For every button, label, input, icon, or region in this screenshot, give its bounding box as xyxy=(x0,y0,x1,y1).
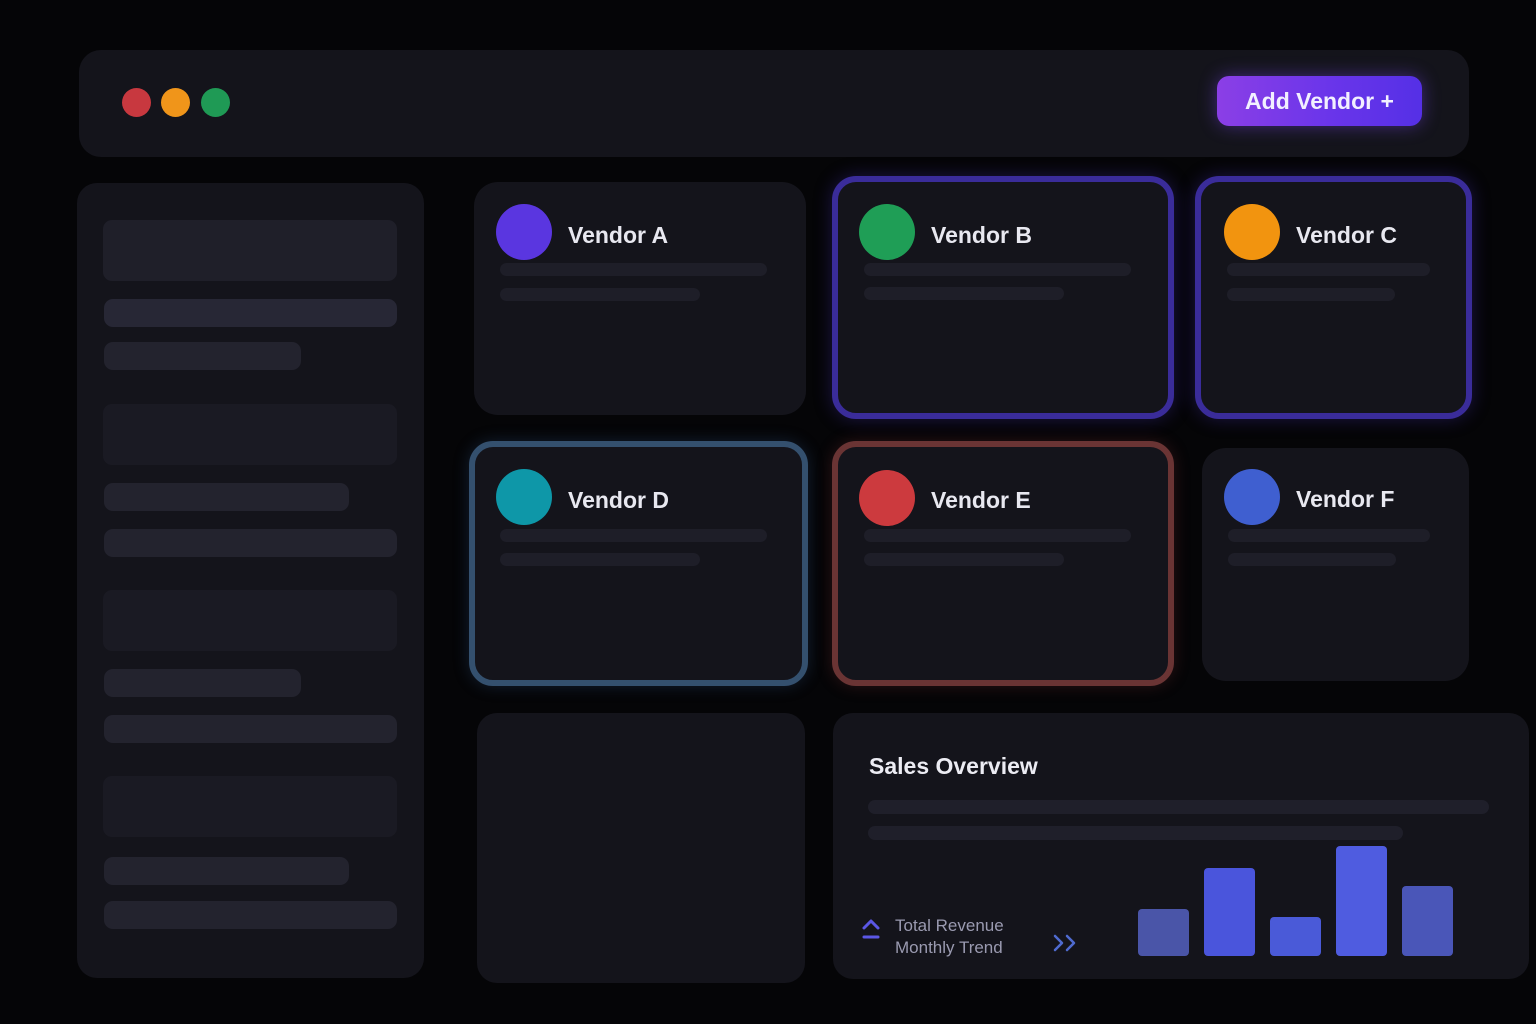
vendor-skeleton-line xyxy=(864,553,1064,566)
sidebar-skeleton-bar xyxy=(104,342,301,370)
empty-panel xyxy=(477,713,805,983)
vendor-name: Vendor C xyxy=(1296,222,1397,248)
legend-monthly-trend: Monthly Trend xyxy=(895,938,1003,957)
vendor-name: Vendor E xyxy=(931,487,1031,513)
vendor-avatar xyxy=(859,470,915,526)
chart-bar-3 xyxy=(1270,917,1321,956)
vendor-card[interactable]: Vendor A xyxy=(474,182,806,415)
sidebar-skeleton-bar xyxy=(104,669,301,697)
vendor-skeleton-line xyxy=(500,553,700,566)
sales-skeleton-line xyxy=(868,800,1489,814)
vendor-skeleton-line xyxy=(500,529,767,542)
add-vendor-label: Add Vendor + xyxy=(1245,87,1394,114)
sidebar-skeleton-block xyxy=(103,590,397,651)
vendor-avatar xyxy=(496,469,552,525)
legend-total-revenue: Total Revenue xyxy=(895,916,1004,935)
vendor-avatar xyxy=(1224,204,1280,260)
vendor-card[interactable]: Vendor E xyxy=(832,441,1174,686)
window-maximize-control[interactable] xyxy=(201,88,230,117)
double-chevron-right-icon[interactable] xyxy=(1051,933,1081,953)
vendor-card[interactable]: Vendor D xyxy=(469,441,808,686)
sidebar-skeleton-bar xyxy=(104,483,349,511)
window-minimize-control[interactable] xyxy=(161,88,190,117)
sidebar-skeleton-block xyxy=(103,404,397,465)
sidebar-skeleton-block xyxy=(103,220,397,281)
chart-bar-5 xyxy=(1402,886,1453,956)
vendor-skeleton-line xyxy=(864,287,1064,300)
sales-overview-panel: Sales Overview Total Revenue Monthly Tre… xyxy=(833,713,1529,979)
sales-skeleton-line xyxy=(868,826,1403,840)
vendor-name: Vendor A xyxy=(568,222,669,248)
vendor-skeleton-line xyxy=(500,288,700,301)
vendor-skeleton-line xyxy=(1227,288,1395,301)
vendor-skeleton-line xyxy=(864,529,1131,542)
vendor-card[interactable]: Vendor B xyxy=(832,176,1174,419)
chart-bar-2 xyxy=(1204,868,1255,956)
vendor-avatar xyxy=(1224,469,1280,525)
sidebar-skeleton-bar xyxy=(104,299,397,327)
vendor-name: Vendor F xyxy=(1296,486,1395,512)
vendor-avatar xyxy=(859,204,915,260)
window-close-control[interactable] xyxy=(122,88,151,117)
sidebar xyxy=(77,183,424,978)
sidebar-skeleton-bar xyxy=(104,529,397,557)
vendor-avatar xyxy=(496,204,552,260)
trend-up-icon xyxy=(862,919,880,939)
chart-bar-1 xyxy=(1138,909,1189,956)
vendor-skeleton-line xyxy=(864,263,1131,276)
vendor-name: Vendor D xyxy=(568,487,669,513)
vendor-skeleton-line xyxy=(500,263,767,276)
vendor-skeleton-line xyxy=(1227,263,1430,276)
sidebar-skeleton-bar xyxy=(104,857,349,885)
sales-overview-title: Sales Overview xyxy=(869,753,1038,779)
title-bar: Add Vendor + xyxy=(79,50,1469,157)
vendor-card[interactable]: Vendor C xyxy=(1195,176,1472,419)
vendor-skeleton-line xyxy=(1228,529,1430,542)
vendor-card[interactable]: Vendor F xyxy=(1202,448,1469,681)
add-vendor-button[interactable]: Add Vendor + xyxy=(1217,76,1422,126)
sidebar-skeleton-block xyxy=(103,776,397,837)
chart-bar-4 xyxy=(1336,846,1387,956)
sidebar-skeleton-bar xyxy=(104,901,397,929)
vendor-name: Vendor B xyxy=(931,222,1032,248)
sidebar-skeleton-bar xyxy=(104,715,397,743)
vendor-skeleton-line xyxy=(1228,553,1396,566)
